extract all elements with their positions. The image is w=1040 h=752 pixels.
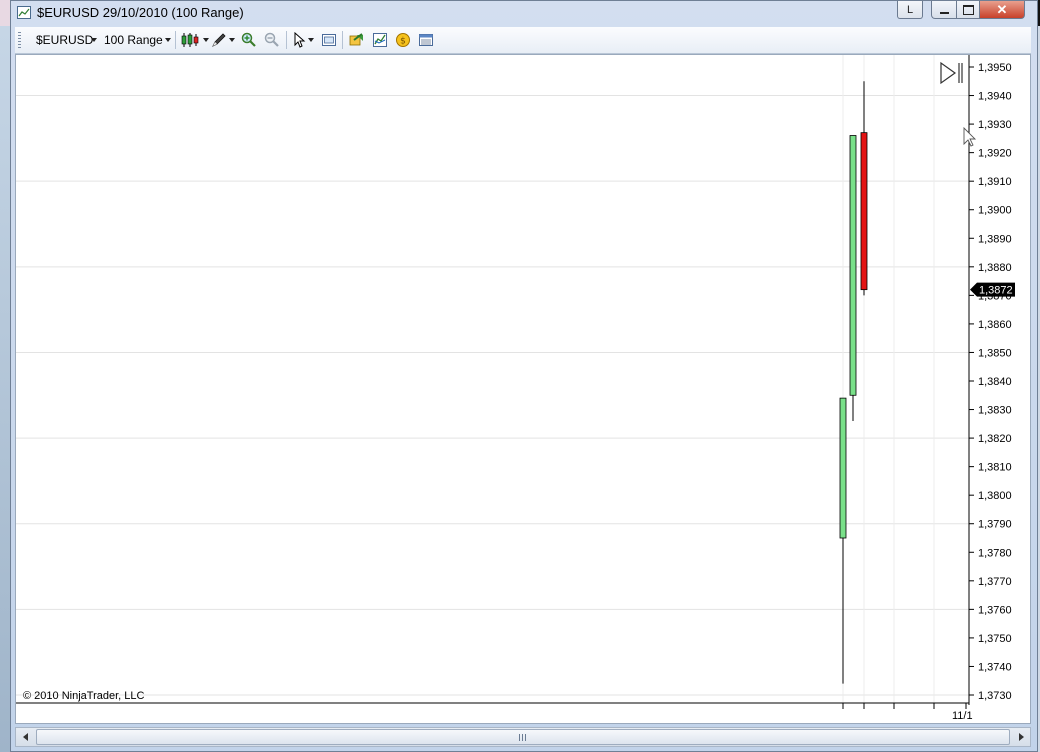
grid-lines: [16, 95, 969, 696]
toolbar-grip-icon[interactable]: [18, 32, 21, 48]
minimize-button[interactable]: [931, 1, 957, 19]
zoom-out-icon[interactable]: [264, 32, 280, 48]
zoom-in-icon[interactable]: [241, 32, 257, 48]
instrument-selector[interactable]: $EURUSD: [36, 33, 93, 47]
pointer-dropdown-icon[interactable]: [308, 38, 314, 42]
time-axis[interactable]: 11/1: [842, 703, 973, 722]
scrollbar-grip-icon: [519, 734, 527, 741]
price-tick-label: 1,3940: [978, 91, 1012, 103]
toolbar-separator: [286, 31, 287, 49]
window-title: $EURUSD 29/10/2010 (100 Range): [37, 5, 244, 20]
vertical-grid-lines: [842, 55, 935, 703]
close-button[interactable]: ✕: [979, 1, 1025, 19]
current-price-marker: 1,3872: [970, 282, 1015, 297]
data-box-icon[interactable]: [321, 32, 337, 48]
chart-window: $EURUSD 29/10/2010 (100 Range) L ✕ $EURU…: [10, 0, 1038, 752]
price-tick-label: 1,3800: [978, 490, 1012, 502]
price-tick-label: 1,3780: [978, 547, 1012, 559]
price-tick-label: 1,3880: [978, 262, 1012, 274]
scroll-right-button[interactable]: [1012, 728, 1030, 746]
price-tick-label: 1,3910: [978, 176, 1012, 188]
price-tick-label: 1,3750: [978, 633, 1012, 645]
link-button[interactable]: L: [897, 1, 923, 19]
indicators-icon[interactable]: [372, 32, 388, 48]
scrollbar-thumb[interactable]: [36, 729, 1010, 745]
maximize-button[interactable]: [956, 1, 980, 19]
drawing-tool-dropdown-icon[interactable]: [229, 38, 235, 42]
scroll-left-button[interactable]: [16, 728, 34, 746]
maximize-icon: [962, 4, 974, 15]
candle-body: [839, 397, 847, 539]
chart-area[interactable]: 1,3950 1,3940 1,3930 1,3920 1,3910 1,3900 1,38…: [15, 54, 1031, 724]
price-tick-label: 1,3950: [978, 62, 1012, 74]
price-tick-label: 1,3810: [978, 462, 1012, 474]
price-tick-label: 1,3850: [978, 347, 1012, 359]
price-tick-label: 1,3760: [978, 604, 1012, 616]
chart-app-icon: [17, 6, 31, 19]
price-tick-label: 1,3820: [978, 433, 1012, 445]
price-tick-label: 1,3860: [978, 319, 1012, 331]
chart-toolbar: $EURUSD 100 Range $: [15, 27, 1031, 54]
candles: [839, 81, 868, 684]
price-chart[interactable]: 1,3950 1,3940 1,3930 1,3920 1,3910 1,3900 1,38…: [16, 55, 1030, 723]
price-tick-label: 1,3790: [978, 519, 1012, 531]
price-tick-label: 1,3840: [978, 376, 1012, 388]
price-tick-label: 1,3930: [978, 119, 1012, 131]
price-tick-label: 1,3920: [978, 148, 1012, 160]
time-tick-label: 11/1: [952, 710, 973, 722]
period-selector[interactable]: 100 Range: [104, 33, 163, 47]
price-tick-label: 1,3890: [978, 233, 1012, 245]
horizontal-scrollbar[interactable]: [15, 727, 1031, 747]
price-tick-label: 1,3770: [978, 576, 1012, 588]
properties-icon[interactable]: [418, 32, 434, 48]
price-tick-label: 1,3740: [978, 661, 1012, 673]
price-tick-label: 1,3830: [978, 405, 1012, 417]
current-price-label: 1,3872: [979, 285, 1013, 297]
price-tick-label: 1,3730: [978, 690, 1012, 702]
drawing-tool-icon[interactable]: [211, 32, 227, 48]
strategies-icon[interactable]: [349, 32, 365, 48]
chevron-right-icon: [1018, 733, 1024, 741]
scroll-to-end-icon[interactable]: [940, 61, 963, 85]
chart-style-dropdown-icon[interactable]: [203, 38, 209, 42]
price-axis[interactable]: 1,3950 1,3940 1,3930 1,3920 1,3910 1,3900 1,38…: [969, 62, 1012, 702]
coin-icon[interactable]: $: [395, 32, 411, 48]
copyright-text: © 2010 NinjaTrader, LLC: [23, 690, 144, 702]
instrument-dropdown-icon[interactable]: [91, 38, 97, 42]
toolbar-separator: [175, 31, 176, 49]
pointer-icon[interactable]: [292, 32, 308, 48]
minimize-icon: [939, 11, 949, 14]
period-dropdown-icon[interactable]: [165, 38, 171, 42]
candle-body: [860, 132, 868, 291]
price-tick-label: 1,3900: [978, 205, 1012, 217]
candlestick-style-icon[interactable]: [181, 32, 201, 48]
chevron-left-icon: [22, 733, 28, 741]
title-bar[interactable]: $EURUSD 29/10/2010 (100 Range) L ✕: [11, 1, 1037, 25]
candle-body: [849, 135, 857, 396]
svg-text:$: $: [400, 37, 406, 47]
toolbar-separator: [342, 31, 343, 49]
